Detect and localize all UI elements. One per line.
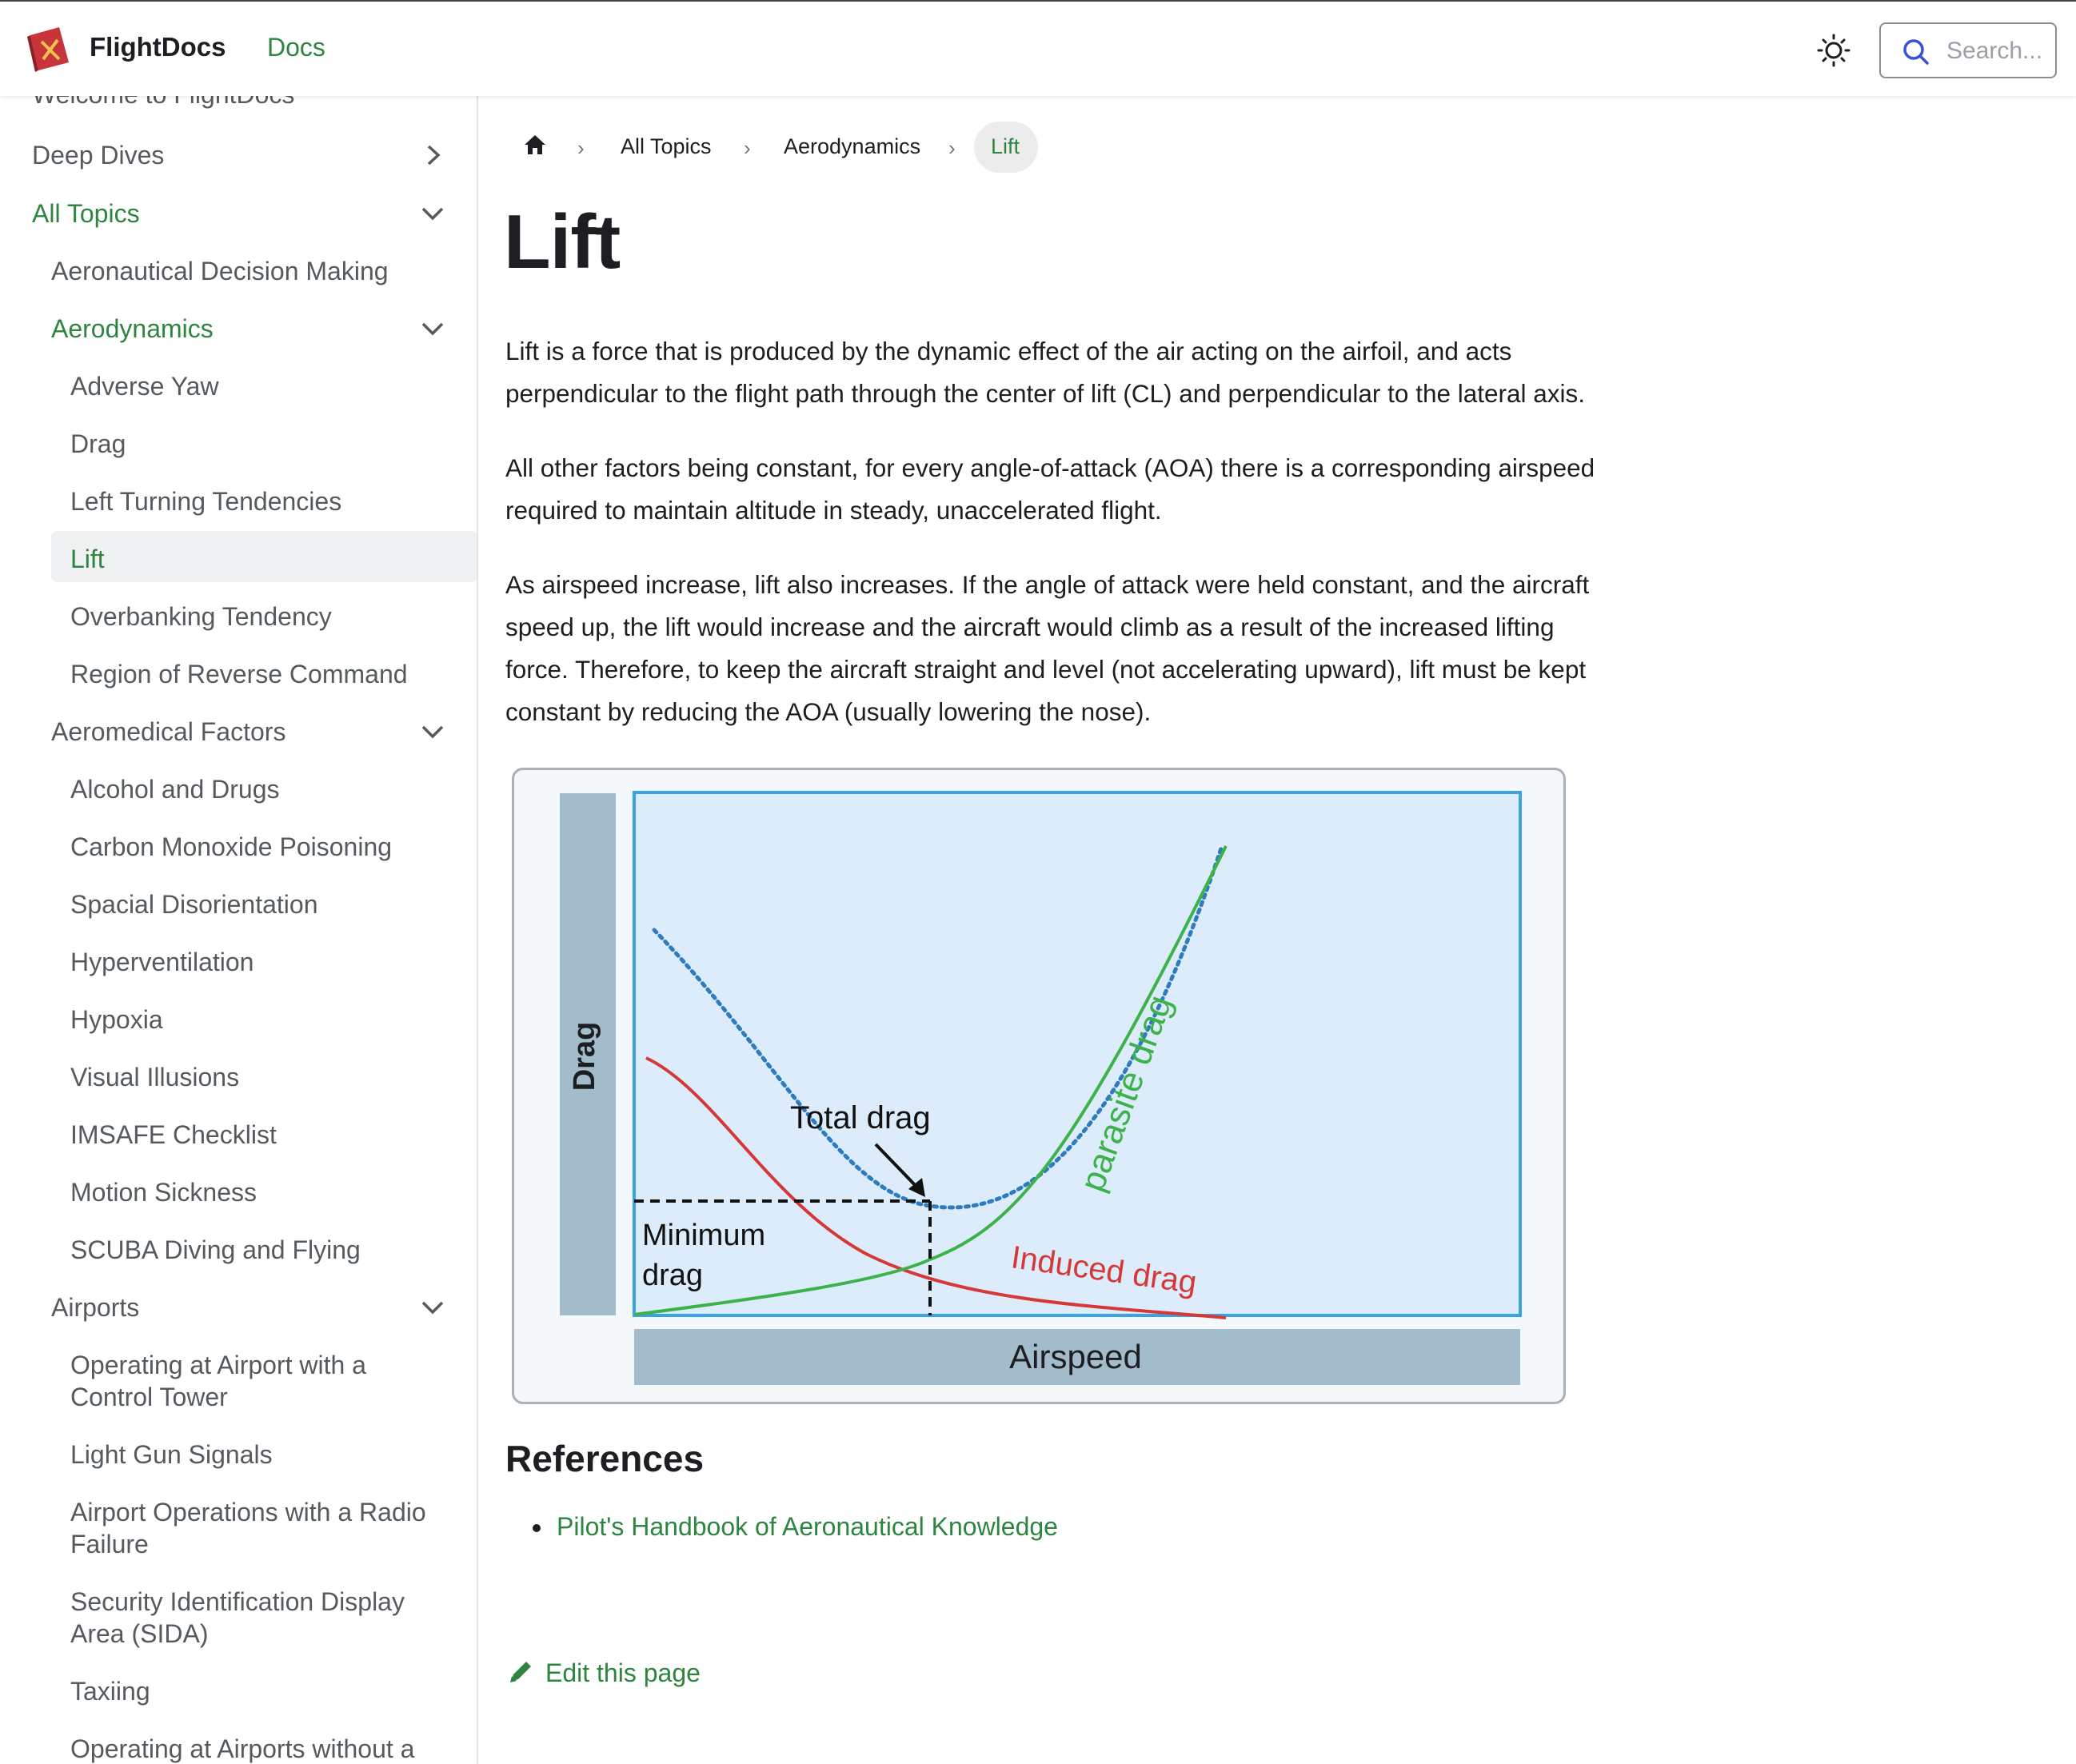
sidebar: Welcome to FlightDocs Deep Dives All Top… [0, 96, 478, 1764]
minimum-drag-label-line-1: Minimum [642, 1219, 765, 1252]
drag-diagram: Drag Airspeed Total drag Minimum drag In… [560, 791, 1522, 1385]
search-placeholder: Search... [1946, 38, 2043, 64]
sidebar-item-lift[interactable]: Lift [70, 543, 105, 575]
pencil-icon [510, 1662, 531, 1682]
sidebar-active-highlight [51, 531, 477, 582]
sidebar-item-label-line: Security Identification Display [70, 1587, 405, 1616]
sidebar-item-imsafe-checklist[interactable]: IMSAFE Checklist [70, 1119, 277, 1151]
chevron-right-icon: › [744, 136, 751, 160]
search-box[interactable]: Search... [1879, 22, 2057, 78]
paragraph-line: constant by reducing the AOA (usually lo… [505, 697, 1152, 726]
chevron-right-icon: › [577, 136, 585, 160]
minimum-drag-label-line-2: drag [642, 1259, 703, 1292]
sidebar-item-scuba-diving[interactable]: SCUBA Diving and Flying [70, 1234, 361, 1266]
chevron-down-icon[interactable] [419, 1294, 446, 1321]
paragraph-line: force. Therefore, to keep the aircraft s… [505, 655, 1587, 684]
sidebar-item-taxiing[interactable]: Taxiing [70, 1675, 150, 1707]
sidebar-item-label: All Topics [32, 199, 140, 228]
reference-link-phak[interactable]: Pilot's Handbook of Aeronautical Knowled… [557, 1512, 1058, 1542]
breadcrumb-aerodynamics[interactable]: Aerodynamics [784, 134, 920, 159]
sidebar-item-overbanking-tendency[interactable]: Overbanking Tendency [70, 601, 332, 633]
paragraph-line: speed up, the lift would increase and th… [505, 613, 1555, 641]
plot-area [633, 791, 1522, 1317]
list-bullet [533, 1524, 541, 1532]
paragraph-2: All other factors being constant, for ev… [505, 447, 1681, 532]
sidebar-item-carbon-monoxide[interactable]: Carbon Monoxide Poisoning [70, 831, 392, 863]
sidebar-item-operating-control-tower[interactable]: Operating at Airport with a Control Towe… [70, 1349, 366, 1413]
breadcrumb-current-label: Lift [991, 134, 1020, 158]
sidebar-item-hypoxia[interactable]: Hypoxia [70, 1004, 163, 1036]
x-axis-label: Airspeed [1009, 1338, 1142, 1375]
sidebar-item-aerodynamics[interactable]: Aerodynamics [51, 313, 464, 345]
home-icon[interactable] [523, 133, 547, 157]
breadcrumb-current: Lift [974, 122, 1038, 173]
sidebar-item-left-turning-tendencies[interactable]: Left Turning Tendencies [70, 485, 341, 517]
chevron-right-icon[interactable] [419, 142, 446, 169]
sidebar-item-hyperventilation[interactable]: Hyperventilation [70, 946, 254, 978]
brand-title[interactable]: FlightDocs [90, 32, 226, 62]
sidebar-item-label: Airports [51, 1293, 140, 1322]
sidebar-item-adm[interactable]: Aeronautical Decision Making [51, 255, 389, 287]
paragraph-3: As airspeed increase, lift also increase… [505, 564, 1681, 733]
edit-page-label: Edit this page [545, 1658, 701, 1687]
sidebar-item-all-topics[interactable]: All Topics [32, 198, 464, 229]
top-navbar: FlightDocs Docs Search... [0, 0, 2076, 96]
sidebar-item-spacial-disorientation[interactable]: Spacial Disorientation [70, 888, 318, 920]
chevron-down-icon[interactable] [419, 315, 446, 342]
paragraph-line: perpendicular to the flight path through… [505, 379, 1586, 408]
paragraph-line: required to maintain altitude in steady,… [505, 496, 1162, 525]
sidebar-item-alcohol-and-drugs[interactable]: Alcohol and Drugs [70, 773, 279, 805]
sidebar-item-label-line: Failure [70, 1530, 149, 1558]
sidebar-item-label-line: Taxiing [70, 1677, 150, 1706]
sidebar-item-label-line: Operating at Airport with a [70, 1351, 366, 1379]
sidebar-item-deep-dives[interactable]: Deep Dives [32, 139, 464, 171]
sidebar-item-light-gun-signals[interactable]: Light Gun Signals [70, 1439, 273, 1471]
paragraph-1: Lift is a force that is produced by the … [505, 330, 1681, 415]
edit-page-link[interactable]: Edit this page [507, 1657, 701, 1694]
theme-toggle-icon[interactable] [1809, 27, 1858, 74]
flightdocs-logo-icon[interactable] [27, 24, 74, 74]
sidebar-item-airports[interactable]: Airports [51, 1291, 464, 1323]
sidebar-item-region-of-reverse-command[interactable]: Region of Reverse Command [70, 658, 408, 690]
sidebar-item-operating-without-tower[interactable]: Operating at Airports without a [70, 1733, 414, 1764]
sidebar-item-visual-illusions[interactable]: Visual Illusions [70, 1061, 239, 1093]
sidebar-item-label: Aeromedical Factors [51, 717, 286, 746]
sidebar-item-label-line: Light Gun Signals [70, 1440, 273, 1469]
page-title: Lift [504, 199, 621, 285]
sidebar-item-welcome[interactable]: Welcome to FlightDocs [32, 96, 294, 110]
chevron-right-icon: › [948, 136, 956, 160]
nav-docs-link[interactable]: Docs [267, 33, 325, 62]
sidebar-item-label-line: Airport Operations with a Radio [70, 1498, 426, 1527]
drag-vs-airspeed-figure: Drag Airspeed Total drag Minimum drag In… [512, 768, 1566, 1404]
total-drag-label: Total drag [790, 1100, 931, 1135]
chevron-down-icon[interactable] [419, 200, 446, 227]
paragraph-line: As airspeed increase, lift also increase… [505, 570, 1590, 599]
y-axis-label: Drag [568, 1022, 601, 1092]
paragraph-line: All other factors being constant, for ev… [505, 453, 1595, 482]
sidebar-item-label-line: Area (SIDA) [70, 1619, 209, 1648]
sidebar-item-label-line: Operating at Airports without a [70, 1734, 415, 1763]
chevron-down-icon[interactable] [419, 718, 446, 745]
sidebar-item-motion-sickness[interactable]: Motion Sickness [70, 1176, 257, 1208]
references-heading: References [505, 1438, 705, 1479]
sidebar-item-label: Deep Dives [32, 141, 165, 170]
sidebar-item-drag[interactable]: Drag [70, 428, 126, 460]
sidebar-item-aeromedical-factors[interactable]: Aeromedical Factors [51, 716, 464, 748]
search-icon [1903, 39, 1929, 65]
sidebar-item-radio-failure[interactable]: Airport Operations with a Radio Failure [70, 1496, 426, 1560]
breadcrumb-all-topics[interactable]: All Topics [621, 134, 712, 159]
sidebar-item-adverse-yaw[interactable]: Adverse Yaw [70, 370, 219, 402]
sidebar-item-label-line: Control Tower [70, 1383, 228, 1411]
sidebar-item-sida[interactable]: Security Identification Display Area (SI… [70, 1586, 405, 1650]
sidebar-item-label: Aerodynamics [51, 314, 214, 343]
paragraph-line: Lift is a force that is produced by the … [505, 337, 1512, 365]
